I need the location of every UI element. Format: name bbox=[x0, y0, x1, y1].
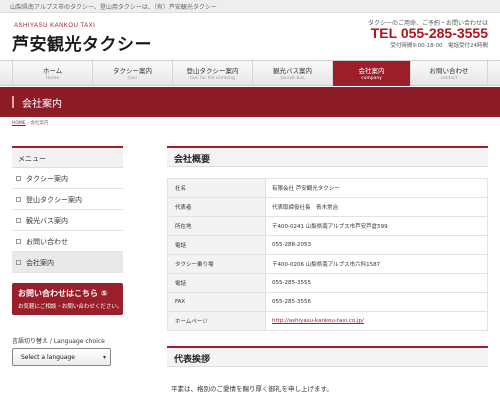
breadcrumb-separator: › bbox=[27, 121, 29, 126]
inquiry-button-sublabel: お気軽にご相談・お問い合わせください。 bbox=[18, 304, 123, 310]
site-logo[interactable]: 芦安観光タクシー bbox=[12, 30, 152, 55]
table-key: 代表者 bbox=[167, 197, 266, 217]
nav-tourist-bus[interactable]: 観光バス案内 tourist bus bbox=[252, 61, 332, 86]
square-bullet-icon bbox=[16, 218, 21, 223]
table-row: 社名 有限会社 芦安観光タクシー bbox=[167, 178, 488, 198]
table-row: FAX 055-285-3556 bbox=[167, 292, 488, 312]
table-key: ホームページ bbox=[167, 311, 266, 331]
site-header: ASHIYASU KANKOU TAXI 芦安観光タクシー タクシーのご用命、ご… bbox=[0, 13, 500, 60]
breadcrumb-home-link[interactable]: HOME bbox=[12, 121, 26, 126]
nav-contact[interactable]: お問い合わせ contact bbox=[410, 61, 488, 86]
company-overview-heading: 会社概要 bbox=[167, 146, 488, 167]
nav-sublabel: Home bbox=[45, 76, 60, 81]
table-value: 〒400-0241 山梨県南アルプス市芦安芦倉599 bbox=[265, 216, 488, 236]
greeting-text: 平素は、格別のご愛情を賜り厚く御礼を申し上げます。 bbox=[171, 385, 333, 393]
breadcrumb: HOME › 会社案内 bbox=[12, 120, 48, 126]
nav-label: 登山タクシー案内 bbox=[186, 67, 239, 75]
table-row: タクシー乗り場 〒400-0206 山梨県南アルプス市六科1587 bbox=[167, 254, 488, 274]
language-label: 言語切り替え / Language choice bbox=[12, 338, 105, 345]
nav-sublabel: tourist bus bbox=[280, 76, 305, 81]
table-key: 所在地 bbox=[167, 216, 266, 236]
square-bullet-icon bbox=[16, 239, 21, 244]
table-row: 電話 055-288-2053 bbox=[167, 235, 488, 255]
sidebar-item-taxi[interactable]: タクシー案内 bbox=[12, 168, 123, 189]
sidebar-item-tourist-bus[interactable]: 観光バス案内 bbox=[12, 210, 123, 231]
nav-home[interactable]: ホーム Home bbox=[12, 61, 92, 86]
table-value: 有限会社 芦安観光タクシー bbox=[265, 178, 488, 198]
table-row: 所在地 〒400-0241 山梨県南アルプス市芦安芦倉599 bbox=[167, 216, 488, 236]
sidebar-item-label: 登山タクシー案内 bbox=[26, 196, 82, 204]
table-value: 055-285-3556 bbox=[265, 292, 488, 312]
square-bullet-icon bbox=[16, 260, 21, 265]
top-info-bar: 山梨県南アルプス市のタクシー、登山用タクシーは、（有）芦安観光タクシー bbox=[0, 0, 500, 13]
top-info-text: 山梨県南アルプス市のタクシー、登山用タクシーは、（有）芦安観光タクシー bbox=[10, 4, 217, 11]
sidebar-title: メニュー bbox=[12, 148, 123, 168]
nav-label: 会社案内 bbox=[358, 67, 385, 75]
greeting-heading: 代表挨拶 bbox=[167, 346, 488, 367]
table-key: 社名 bbox=[167, 178, 266, 198]
table-value: 055-288-2053 bbox=[265, 235, 488, 255]
table-value: 〒400-0206 山梨県南アルプス市六科1587 bbox=[265, 254, 488, 274]
inquiry-button-label: お問い合わせはこちら ⑤ bbox=[18, 289, 108, 298]
nav-label: タクシー案内 bbox=[113, 67, 152, 75]
sidebar-item-contact[interactable]: お問い合わせ bbox=[12, 231, 123, 252]
chevron-down-icon: ▾ bbox=[102, 354, 106, 361]
title-accent-bar bbox=[12, 96, 14, 108]
inquiry-button[interactable]: お問い合わせはこちら ⑤ お気軽にご相談・お問い合わせください。 bbox=[12, 283, 123, 315]
language-select[interactable]: Select a language ▾ bbox=[12, 348, 111, 366]
table-value: 055-285-3555 bbox=[265, 273, 488, 293]
table-value: 代表取締役社長 青木常治 bbox=[265, 197, 488, 217]
nav-label: 観光バス案内 bbox=[273, 67, 312, 75]
table-row: 電話 055-285-3555 bbox=[167, 273, 488, 293]
table-row: 代表者 代表取締役社長 青木常治 bbox=[167, 197, 488, 217]
business-hours: 受付時間9:00-18:00 電話受付24時間 bbox=[390, 43, 488, 49]
square-bullet-icon bbox=[16, 176, 21, 181]
sidebar-item-label: 会社案内 bbox=[26, 259, 54, 267]
homepage-link[interactable]: http://ashiyasu-kankou-taxi.co.jp/ bbox=[272, 318, 364, 324]
square-bullet-icon bbox=[16, 197, 21, 202]
nav-climbing-taxi[interactable]: 登山タクシー案内 taxi for hill climbing bbox=[172, 61, 252, 86]
nav-sublabel: taxi for hill climbing bbox=[190, 76, 235, 81]
nav-company[interactable]: 会社案内 company bbox=[332, 61, 410, 86]
table-key: タクシー乗り場 bbox=[167, 254, 266, 274]
breadcrumb-current: 会社案内 bbox=[30, 121, 49, 126]
nav-label: ホーム bbox=[42, 67, 63, 75]
sidebar-item-label: タクシー案内 bbox=[26, 175, 68, 183]
nav-sublabel: contact bbox=[440, 76, 458, 81]
table-row: ホームページ http://ashiyasu-kankou-taxi.co.jp… bbox=[167, 311, 488, 331]
logo-subtitle: ASHIYASU KANKOU TAXI bbox=[14, 23, 96, 29]
sidebar-menu: メニュー タクシー案内 登山タクシー案内 観光バス案内 お問い合わせ 会社案内 bbox=[12, 146, 123, 273]
table-key: 電話 bbox=[167, 235, 266, 255]
nav-label: お問い合わせ bbox=[429, 67, 469, 75]
company-info-table: 社名 有限会社 芦安観光タクシー 代表者 代表取締役社長 青木常治 所在地 〒4… bbox=[167, 178, 488, 331]
sidebar-item-label: 観光バス案内 bbox=[26, 217, 68, 225]
sidebar-item-climbing-taxi[interactable]: 登山タクシー案内 bbox=[12, 189, 123, 210]
table-key: FAX bbox=[167, 292, 266, 312]
nav-taxi[interactable]: タクシー案内 taxi bbox=[92, 61, 172, 86]
page-title-banner: 会社案内 bbox=[0, 87, 500, 117]
language-select-value: Select a language bbox=[21, 354, 75, 361]
nav-sublabel: company bbox=[361, 76, 382, 81]
global-nav: ホーム Home タクシー案内 taxi 登山タクシー案内 taxi for h… bbox=[0, 60, 500, 86]
sidebar-item-label: お問い合わせ bbox=[26, 238, 68, 246]
nav-sublabel: taxi bbox=[128, 76, 137, 81]
phone-number[interactable]: TEL 055-285-3555 bbox=[371, 25, 488, 41]
table-value: http://ashiyasu-kankou-taxi.co.jp/ bbox=[265, 311, 488, 331]
sidebar-item-company[interactable]: 会社案内 bbox=[12, 252, 123, 273]
page-title: 会社案内 bbox=[22, 99, 62, 110]
table-key: 電話 bbox=[167, 273, 266, 293]
